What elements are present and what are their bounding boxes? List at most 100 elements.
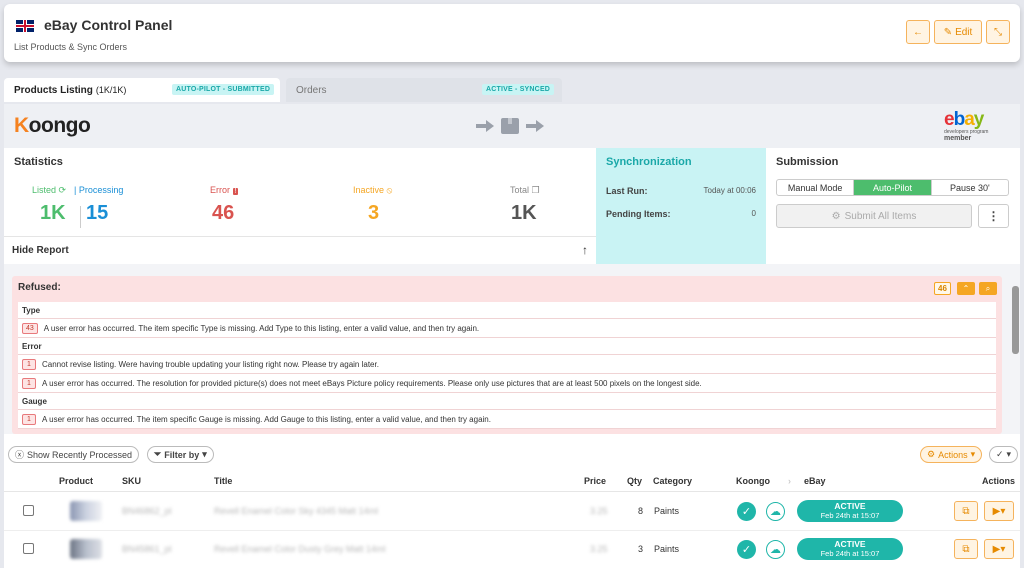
list-item[interactable]: 43 A user error has occurred. The item s… [18,319,996,338]
actions-dropdown[interactable]: ⚙ Actions ▾ [920,446,983,463]
scrollbar-thumb[interactable] [1012,286,1019,354]
row-qty: 3 [638,544,644,554]
check-double-icon: ✓ [996,449,1004,459]
error-count-badge: 1 [22,358,36,370]
refused-count-badge: 46 [934,282,951,295]
koongo-ok-icon: ✓ [737,502,756,521]
row-sku: BN46862_pl [122,506,172,516]
row-checkbox[interactable] [23,543,34,554]
listed-count[interactable]: 1K [40,202,66,225]
col-product[interactable]: Product [59,476,93,486]
pause-button[interactable]: Pause 30' [932,180,1008,195]
ebay-status-badge[interactable]: ACTIVE Feb 24th at 15:07 [797,538,903,560]
refused-report: Refused: 46 ⌃ ⌕ Type 43 A user error has… [4,264,1020,434]
row-title[interactable]: Revell Enamel Color Dusty Grey Matt 14ml [214,544,386,554]
table-toolbar: ⓧ Show Recently Processed ⏷ Filter by ▾ … [4,444,1020,468]
select-all-dropdown[interactable]: ✓ ▾ [989,446,1019,463]
auto-pilot-button[interactable]: Auto-Pilot [854,180,932,195]
product-thumbnail[interactable] [70,539,102,559]
row-category: Paints [654,544,680,554]
more-options-button[interactable]: ⋮ [978,204,1009,228]
refused-panel: Refused: 46 ⌃ ⌕ Type 43 A user error has… [12,276,1002,434]
submit-all-button[interactable]: ⚙ Submit All Items [776,204,972,228]
row-qty: 8 [638,506,644,516]
table-row[interactable]: BN46862_pl Revell Enamel Color Sky 4345 … [4,493,1020,531]
processing-label: | Processing [74,185,124,195]
col-title[interactable]: Title [214,476,232,486]
manual-mode-button[interactable]: Manual Mode [777,180,855,195]
cog-upload-icon: ⚙ [831,210,841,222]
col-actions: Actions [982,476,1016,486]
refused-title: Refused: [18,282,61,293]
pending-items-value: 0 [751,209,756,218]
row-checkbox[interactable] [23,505,34,516]
button-label: Show Recently Processed [27,449,133,460]
error-count[interactable]: 46 [212,202,234,225]
external-link-icon: ⧉ [962,505,970,517]
collapse-button[interactable]: ⤡ [986,20,1010,44]
refresh-icon: ⟳ [58,185,67,195]
total-count[interactable]: 1K [511,202,537,225]
arrow-up-icon: ↑ [582,243,588,257]
show-recently-processed-button[interactable]: ⓧ Show Recently Processed [8,446,140,463]
tab-orders[interactable]: Orders ACTIVE - SYNCED [286,78,562,102]
row-price: 3.25 [590,506,608,516]
play-icon: ▶▾ [992,505,1006,517]
col-category[interactable]: Category [653,476,692,486]
cloud-sync-icon[interactable]: ☁ [766,502,785,521]
page-title: eBay Control Panel [44,17,173,33]
chevron-right-icon: › [788,476,791,486]
table-row[interactable]: BN45861_pl Revell Enamel Color Dusty Gre… [4,531,1020,568]
list-item[interactable]: 1 Cannot revise listing. Were having tro… [18,355,996,374]
external-link-button[interactable]: ⧉ [954,539,978,559]
run-dropdown-button[interactable]: ▶▾ [984,539,1014,559]
run-dropdown-button[interactable]: ▶▾ [984,501,1014,521]
statistics-section: Statistics Listed ⟳ | Processing 1K 15 E… [4,148,596,264]
col-qty[interactable]: Qty [627,476,642,486]
col-price[interactable]: Price [584,476,606,486]
refused-list: Type 43 A user error has occurred. The i… [18,302,996,429]
sync-flow-icon [474,116,548,136]
error-message: A user error has occurred. The resolutio… [42,378,702,388]
list-item[interactable]: 1 A user error has occurred. The resolut… [18,374,996,393]
submission-mode-switch: Manual Mode Auto-Pilot Pause 30' [776,179,1009,196]
status-badge: ACTIVE - SYNCED [482,84,555,95]
tab-products-listing[interactable]: Products Listing (1K/1K) AUTO-PILOT - SU… [4,78,280,102]
collapse-refused-button[interactable]: ⌃ [957,282,975,295]
submission-section: Submission Manual Mode Auto-Pilot Pause … [766,148,1020,264]
hide-report-toggle[interactable]: Hide Report ↑ [4,236,596,264]
synchronization-section: Synchronization Last Run: Today at 00:06… [596,148,766,264]
button-label: Filter by [164,449,200,460]
list-item[interactable]: 1 A user error has occurred. The item sp… [18,410,996,429]
refused-group-error: Error [18,338,996,355]
filter-by-button[interactable]: ⏷ Filter by ▾ [147,446,214,463]
filter-icon: ⏷ [154,449,162,459]
product-thumbnail[interactable] [70,501,102,521]
arrow-left-icon: ← [913,26,923,38]
koongo-ok-icon: ✓ [737,540,756,559]
error-count-badge: 1 [22,413,36,425]
play-icon: ▶▾ [992,543,1006,555]
row-title[interactable]: Revell Enamel Color Sky 4345 Matt 14ml [214,506,378,516]
hide-report-label: Hide Report [12,245,69,256]
section-title: Synchronization [606,156,692,168]
edit-button[interactable]: ✎ Edit [934,20,982,44]
search-refused-button[interactable]: ⌕ [979,282,997,295]
ebay-status-badge[interactable]: ACTIVE Feb 24th at 15:07 [797,500,903,522]
total-label: Total ❐ [510,185,540,195]
inactive-count[interactable]: 3 [368,202,379,225]
submit-all-label: Submit All Items [844,210,917,222]
row-category: Paints [654,506,680,516]
col-sku[interactable]: SKU [122,476,141,486]
refused-group-type: Type [18,302,996,319]
cloud-sync-icon[interactable]: ☁ [766,540,785,559]
pending-items-label: Pending Items: [606,209,671,219]
tab-label: Orders [296,84,327,96]
back-button[interactable]: ← [906,20,930,44]
error-label: Error ! [210,185,239,195]
external-link-button[interactable]: ⧉ [954,501,978,521]
cogs-icon: ⚙ [927,449,936,459]
processing-count[interactable]: 15 [86,202,108,225]
kebab-icon: ⋮ [987,209,1000,223]
last-run-label: Last Run: [606,186,648,196]
